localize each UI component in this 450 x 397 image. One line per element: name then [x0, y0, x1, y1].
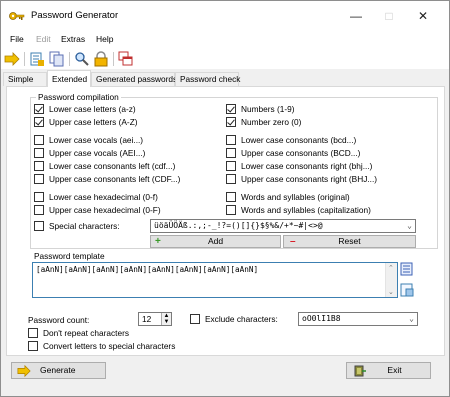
password-compilation-label: Password compilation	[36, 92, 121, 102]
template-list-icon[interactable]	[400, 283, 414, 297]
scroll-down-icon[interactable]: ⌄	[388, 288, 394, 296]
password-template-label: Password template	[34, 251, 105, 261]
windows-icon[interactable]	[118, 51, 134, 67]
checkbox-upper-hexadecimal[interactable]: Upper case hexadecimal (0-F)	[34, 205, 161, 215]
checkbox-box[interactable]	[34, 174, 44, 184]
toolbar	[1, 49, 449, 69]
checkbox-box[interactable]	[34, 161, 44, 171]
search-password-icon[interactable]	[74, 51, 90, 67]
checkbox-box[interactable]	[226, 148, 236, 158]
template-scrollbar[interactable]: ⌃ ⌄	[385, 263, 397, 297]
checkbox-lower-consonants-left[interactable]: Lower case consonants left (cdf...)	[34, 161, 175, 171]
plus-icon: +	[155, 236, 161, 247]
extended-tab-panel: Password compilation Lower case letters …	[6, 86, 445, 356]
checkbox-box[interactable]	[226, 174, 236, 184]
checkbox-box[interactable]	[190, 314, 200, 324]
checkbox-box[interactable]	[34, 117, 44, 127]
checkbox-box[interactable]	[34, 104, 44, 114]
checkbox-number-zero[interactable]: Number zero (0)	[226, 117, 301, 127]
checkbox-box[interactable]	[226, 104, 236, 114]
checkbox-box[interactable]	[226, 135, 236, 145]
checkbox-exclude-characters[interactable]: Exclude characters:	[190, 314, 278, 324]
checkbox-box[interactable]	[34, 135, 44, 145]
checkbox-box[interactable]	[34, 221, 44, 231]
checkbox-upper-consonants-right[interactable]: Upper case consonants right (BHJ...)	[226, 174, 377, 184]
checkbox-upper-consonants[interactable]: Upper case consonants (BCD...)	[226, 148, 360, 158]
checkbox-box[interactable]	[226, 192, 236, 202]
checkbox-box[interactable]	[34, 148, 44, 158]
checkbox-lower-consonants[interactable]: Lower case consonants (bcd...)	[226, 135, 356, 145]
title-bar: Password Generator — □ ✕	[1, 1, 449, 31]
checkbox-special-characters[interactable]: Special characters:	[34, 221, 120, 231]
generate-arrow-icon[interactable]	[4, 51, 20, 67]
checkbox-box[interactable]	[226, 117, 236, 127]
password-generator-window: Password Generator — □ ✕ File Edit Extra…	[0, 0, 450, 397]
tab-extended[interactable]: Extended	[47, 70, 91, 87]
reset-button[interactable]: – Reset	[283, 235, 416, 248]
copy-list-icon[interactable]	[29, 51, 45, 67]
checkbox-convert-special[interactable]: Convert letters to special characters	[28, 341, 175, 351]
checkbox-dont-repeat[interactable]: Don't repeat characters	[28, 328, 129, 338]
password-count-input[interactable]: 12 ▲ ▼	[138, 312, 172, 326]
menu-bar: File Edit Extras Help	[1, 31, 449, 49]
lock-icon[interactable]	[93, 51, 109, 67]
checkbox-numbers[interactable]: Numbers (1-9)	[226, 104, 294, 114]
checkbox-words-original[interactable]: Words and syllables (original)	[226, 192, 350, 202]
special-characters-combo[interactable]: üöäÜÖÄß.:,;-_!?=()[]{}$§%&/+*~#|<>@ ⌄	[150, 219, 416, 233]
tab-simple[interactable]: Simple	[3, 72, 47, 86]
key-app-icon	[9, 12, 25, 20]
window-title: Password Generator	[31, 10, 119, 21]
menu-file[interactable]: File	[10, 34, 24, 44]
checkbox-lower-case-vocals[interactable]: Lower case vocals (aei...)	[34, 135, 143, 145]
checkbox-box[interactable]	[34, 192, 44, 202]
copy-documents-icon[interactable]	[49, 51, 65, 67]
exclude-characters-combo[interactable]: oO0lI1B8 ⌄	[298, 312, 418, 326]
checkbox-upper-case-vocals[interactable]: Upper case vocals (AEI...)	[34, 148, 145, 158]
menu-extras[interactable]: Extras	[61, 34, 85, 44]
checkbox-box[interactable]	[28, 341, 38, 351]
checkbox-upper-consonants-left[interactable]: Upper case consonants left (CDF...)	[34, 174, 180, 184]
close-button[interactable]: ✕	[403, 1, 443, 31]
generate-arrow-icon	[17, 364, 31, 378]
add-button[interactable]: + Add	[150, 235, 281, 248]
checkbox-box[interactable]	[34, 205, 44, 215]
checkbox-words-capitalization[interactable]: Words and syllables (capitalization)	[226, 205, 371, 215]
chevron-down-icon[interactable]: ⌄	[407, 220, 412, 232]
password-count-label: Password count:	[28, 315, 90, 325]
template-editor-icon[interactable]	[400, 262, 414, 276]
menu-help[interactable]: Help	[96, 34, 113, 44]
password-template-text: [aAnN][aAnN][aAnN][aAnN][aAnN][aAnN][aAn…	[36, 265, 259, 274]
menu-edit[interactable]: Edit	[36, 34, 51, 44]
checkbox-box[interactable]	[28, 328, 38, 338]
checkbox-box[interactable]	[226, 205, 236, 215]
checkbox-lower-case-letters[interactable]: Lower case letters (a-z)	[34, 104, 136, 114]
tab-generated-passwords[interactable]: Generated passwords	[91, 72, 177, 86]
password-template-textarea[interactable]: [aAnN][aAnN][aAnN][aAnN][aAnN][aAnN][aAn…	[32, 262, 398, 298]
checkbox-box[interactable]	[226, 161, 236, 171]
checkbox-upper-case-letters[interactable]: Upper case letters (A-Z)	[34, 117, 138, 127]
tab-password-check[interactable]: Password check	[175, 72, 240, 86]
scroll-up-icon[interactable]: ⌃	[388, 264, 394, 272]
checkbox-lower-consonants-right[interactable]: Lower case consonants right (bhj...)	[226, 161, 372, 171]
exit-door-icon	[354, 365, 366, 377]
minus-icon: –	[290, 236, 296, 247]
chevron-down-icon[interactable]: ⌄	[409, 313, 414, 325]
checkbox-lower-hexadecimal[interactable]: Lower case hexadecimal (0-f)	[34, 192, 158, 202]
exit-button[interactable]: Exit	[346, 362, 431, 379]
generate-button[interactable]: Generate	[11, 362, 106, 379]
count-spinner[interactable]: ▲ ▼	[161, 313, 171, 325]
